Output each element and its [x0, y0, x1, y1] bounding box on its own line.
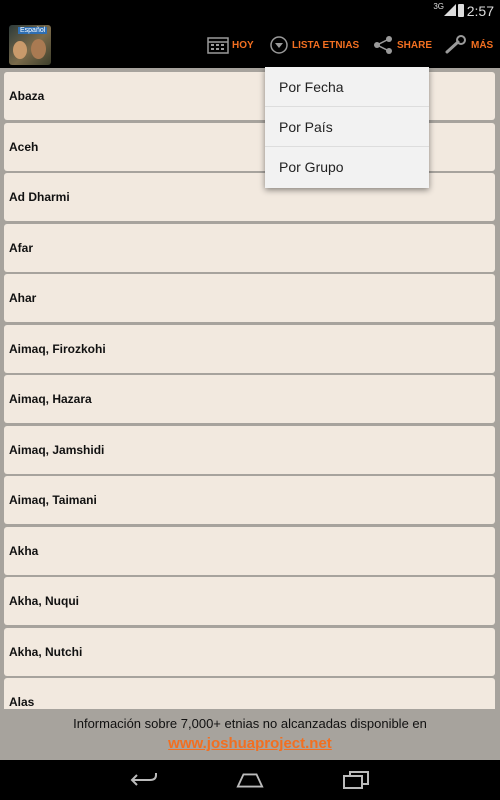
dropdown-circle-icon	[270, 36, 288, 54]
home-icon	[236, 773, 264, 788]
back-button[interactable]	[130, 768, 158, 792]
menu-item-por-pais[interactable]: Por País	[265, 107, 429, 147]
action-bar: Español HOY LISTA ETNIAS SHARE MÁS	[0, 22, 500, 68]
wrench-icon	[445, 35, 466, 54]
mas-label: MÁS	[471, 39, 494, 51]
back-icon	[130, 773, 157, 786]
status-time: 2:57	[466, 3, 494, 19]
share-button[interactable]: SHARE	[372, 22, 432, 68]
list-item-label: Alas	[9, 695, 35, 709]
status-bar: 3G 2:57	[0, 0, 500, 22]
joshua-project-link[interactable]: www.joshuaproject.net	[0, 735, 500, 752]
home-button[interactable]	[236, 768, 264, 792]
app-logo[interactable]: Español	[9, 25, 51, 65]
list-item[interactable]: Ahar	[4, 274, 495, 322]
list-item[interactable]: Akha, Nutchi	[4, 627, 495, 676]
network-type: 3G	[433, 2, 444, 11]
list-item[interactable]: Aimaq, Taimani	[4, 476, 495, 524]
menu-item-por-grupo[interactable]: Por Grupo	[265, 147, 429, 187]
list-item[interactable]: Alas	[4, 678, 495, 709]
logo-person-right	[31, 39, 46, 59]
list-item-label: Afar	[9, 240, 34, 255]
menu-item-por-fecha[interactable]: Por Fecha	[265, 67, 429, 107]
share-icon	[374, 36, 392, 54]
footer-banner: Información sobre 7,000+ etnias no alcan…	[0, 709, 500, 760]
list-item-label: Aimaq, Hazara	[9, 392, 92, 406]
footer-info-text: Información sobre 7,000+ etnias no alcan…	[73, 716, 427, 731]
logo-language-tag: Español	[18, 27, 48, 34]
list-item[interactable]: Afar	[4, 223, 495, 272]
sort-dropdown-menu: Por Fecha Por País Por Grupo	[265, 67, 429, 188]
logo-person-left	[13, 41, 27, 59]
list-item-label: Aimaq, Jamshidi	[9, 442, 105, 457]
list-item-label: Ahar	[9, 291, 37, 305]
lista-etnias-label: LISTA ETNIAS	[292, 39, 360, 51]
list-item-label: Aimaq, Firozkohi	[9, 341, 106, 356]
signal-icon	[444, 4, 456, 16]
list-item[interactable]: Akha, Nuqui	[4, 577, 495, 625]
hoy-button[interactable]: HOY	[207, 22, 254, 68]
list-item-label: Akha, Nutchi	[9, 644, 83, 659]
recent-apps-icon	[343, 771, 369, 789]
lista-etnias-button[interactable]: LISTA ETNIAS	[269, 22, 359, 68]
navigation-bar	[0, 760, 500, 800]
list-item-label: Akha, Nuqui	[9, 594, 80, 608]
list-item[interactable]: Aimaq, Firozkohi	[4, 324, 495, 373]
list-item[interactable]: Aimaq, Hazara	[4, 375, 495, 423]
list-item-label: Aimaq, Taimani	[9, 493, 97, 507]
list-item-label: Ad Dharmi	[9, 190, 70, 204]
list-item-label: Akha	[9, 543, 39, 558]
list-item[interactable]: Aimaq, Jamshidi	[4, 425, 495, 474]
recent-apps-button[interactable]	[342, 768, 370, 792]
hoy-label: HOY	[232, 39, 254, 51]
list-item-label: Abaza	[9, 89, 45, 103]
list-item[interactable]: Akha	[4, 526, 495, 575]
calendar-icon	[207, 37, 229, 54]
battery-icon	[458, 4, 464, 17]
mas-button[interactable]: MÁS	[444, 22, 493, 68]
share-label: SHARE	[397, 39, 433, 51]
list-item-label: Aceh	[9, 139, 39, 154]
